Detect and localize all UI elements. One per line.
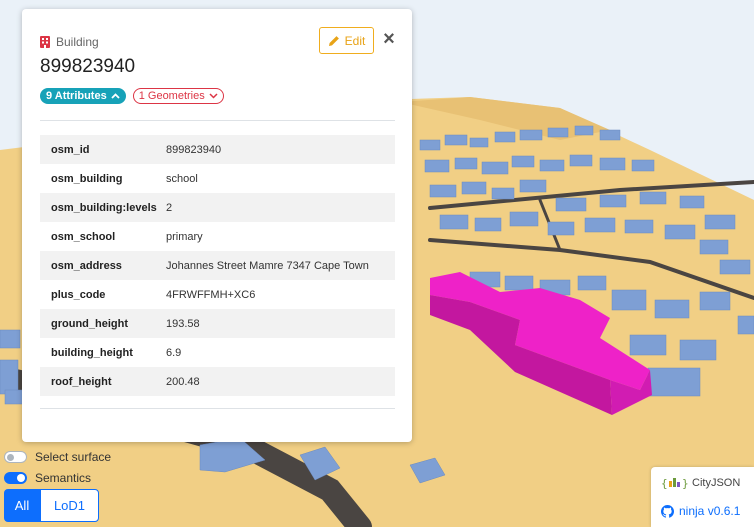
- geometries-count: 1 Geometries: [138, 90, 205, 102]
- ninja-version-label: ninja v0.6.1: [679, 504, 741, 518]
- attributes-count: 9 Attributes: [46, 90, 107, 102]
- chevron-down-icon: [209, 93, 218, 99]
- divider: [40, 120, 395, 121]
- object-info-panel: Building 899823940 Edit × 9 Attributes 1…: [22, 9, 412, 442]
- edit-button[interactable]: Edit: [319, 27, 374, 54]
- table-row: osm_school primary: [40, 222, 395, 251]
- select-surface-label: Select surface: [35, 450, 112, 464]
- semantics-label: Semantics: [35, 471, 92, 485]
- object-type: Building: [40, 35, 99, 49]
- attribute-value: school: [166, 172, 198, 185]
- attributes-table: osm_id 899823940 osm_building school osm_b…: [40, 135, 395, 396]
- table-row: roof_height 200.48: [40, 367, 395, 396]
- lod1-button[interactable]: LoD1: [40, 489, 99, 522]
- table-row: osm_id 899823940: [40, 135, 395, 164]
- attribute-value: Johannes Street Mamre 7347 Cape Town: [166, 259, 369, 272]
- attributes-toggle[interactable]: 9 Attributes: [40, 88, 126, 104]
- table-row: osm_building:levels 2: [40, 193, 395, 222]
- object-type-label: Building: [56, 35, 99, 49]
- semantics-switch[interactable]: [4, 472, 27, 484]
- cityjson-icon: { }: [661, 477, 689, 490]
- attribute-value: 6.9: [166, 346, 182, 359]
- attribute-value: 2: [166, 201, 173, 214]
- svg-text:}: }: [682, 477, 689, 490]
- table-row: plus_code 4FRWFFMH+XC6: [40, 280, 395, 309]
- cityjson-logo[interactable]: { } CityJSON: [661, 476, 740, 490]
- edit-button-label: Edit: [344, 33, 366, 48]
- attribute-value: 200.48: [166, 375, 200, 388]
- attribute-key: osm_address: [51, 259, 122, 272]
- cityjson-label: CityJSON: [692, 477, 741, 489]
- geometries-toggle[interactable]: 1 Geometries: [132, 88, 224, 104]
- attribute-value: 899823940: [166, 143, 222, 156]
- svg-text:{: {: [661, 477, 668, 490]
- attribute-key: osm_id: [51, 143, 90, 156]
- divider: [40, 408, 395, 409]
- github-icon: [661, 504, 674, 518]
- table-row: osm_address Johannes Street Mamre 7347 Ca…: [40, 251, 395, 280]
- attribute-value: 193.58: [166, 317, 200, 330]
- close-icon[interactable]: ×: [381, 29, 397, 49]
- select-surface-toggle[interactable]: Select surface: [4, 450, 111, 464]
- attribute-value: 4FRWFFMH+XC6: [166, 288, 256, 301]
- app-info-box: { } CityJSON ninja v0.6.1: [651, 467, 754, 527]
- attribute-key: osm_school: [51, 230, 116, 243]
- building-icon: [40, 36, 50, 48]
- table-row: osm_building school: [40, 164, 395, 193]
- attribute-key: osm_building:levels: [51, 201, 157, 214]
- attribute-key: ground_height: [51, 317, 128, 330]
- lod-selector: All LoD1: [4, 489, 99, 522]
- table-row: building_height 6.9: [40, 338, 395, 367]
- semantics-toggle[interactable]: Semantics: [4, 471, 91, 485]
- attribute-key: building_height: [51, 346, 133, 359]
- ninja-version-link[interactable]: ninja v0.6.1: [661, 504, 740, 518]
- attribute-value: primary: [166, 230, 203, 243]
- attribute-key: osm_building: [51, 172, 123, 185]
- lod-all-button[interactable]: All: [4, 489, 40, 522]
- attribute-key: plus_code: [51, 288, 106, 301]
- attribute-key: roof_height: [51, 375, 112, 388]
- table-row: ground_height 193.58: [40, 309, 395, 338]
- chevron-up-icon: [111, 93, 120, 99]
- pencil-icon: [328, 35, 339, 46]
- select-surface-switch[interactable]: [4, 451, 27, 463]
- object-id: 899823940: [40, 56, 136, 77]
